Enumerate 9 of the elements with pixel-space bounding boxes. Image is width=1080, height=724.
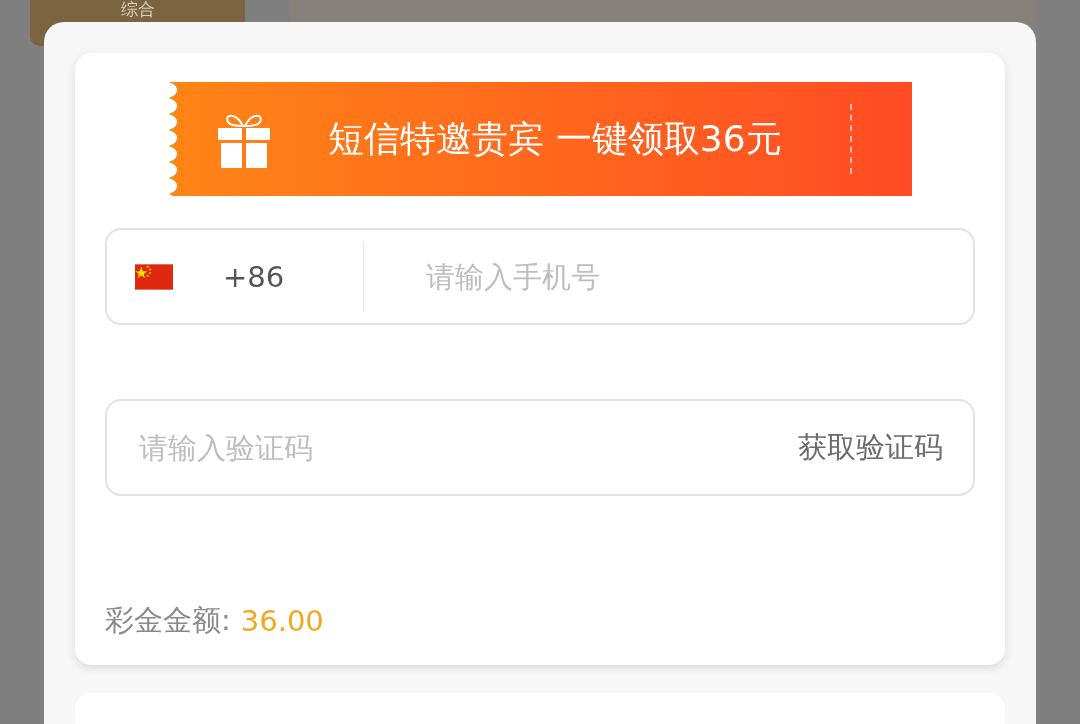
banner-title: 短信特邀贵宾 一键领取36元 (327, 117, 783, 161)
country-code[interactable]: +86 (223, 259, 363, 294)
code-input-field[interactable]: 请输入验证码 获取验证码 (105, 399, 975, 496)
coupon-banner[interactable]: 短信特邀贵宾 一键领取36元 (170, 82, 912, 196)
get-code-button[interactable]: 获取验证码 (798, 427, 943, 468)
phone-input-field[interactable]: +86 请输入手机号 (105, 228, 975, 325)
bonus-label: 彩金金额: (105, 602, 231, 639)
china-flag-icon (135, 263, 173, 290)
bonus-amount: 36.00 (240, 604, 324, 638)
